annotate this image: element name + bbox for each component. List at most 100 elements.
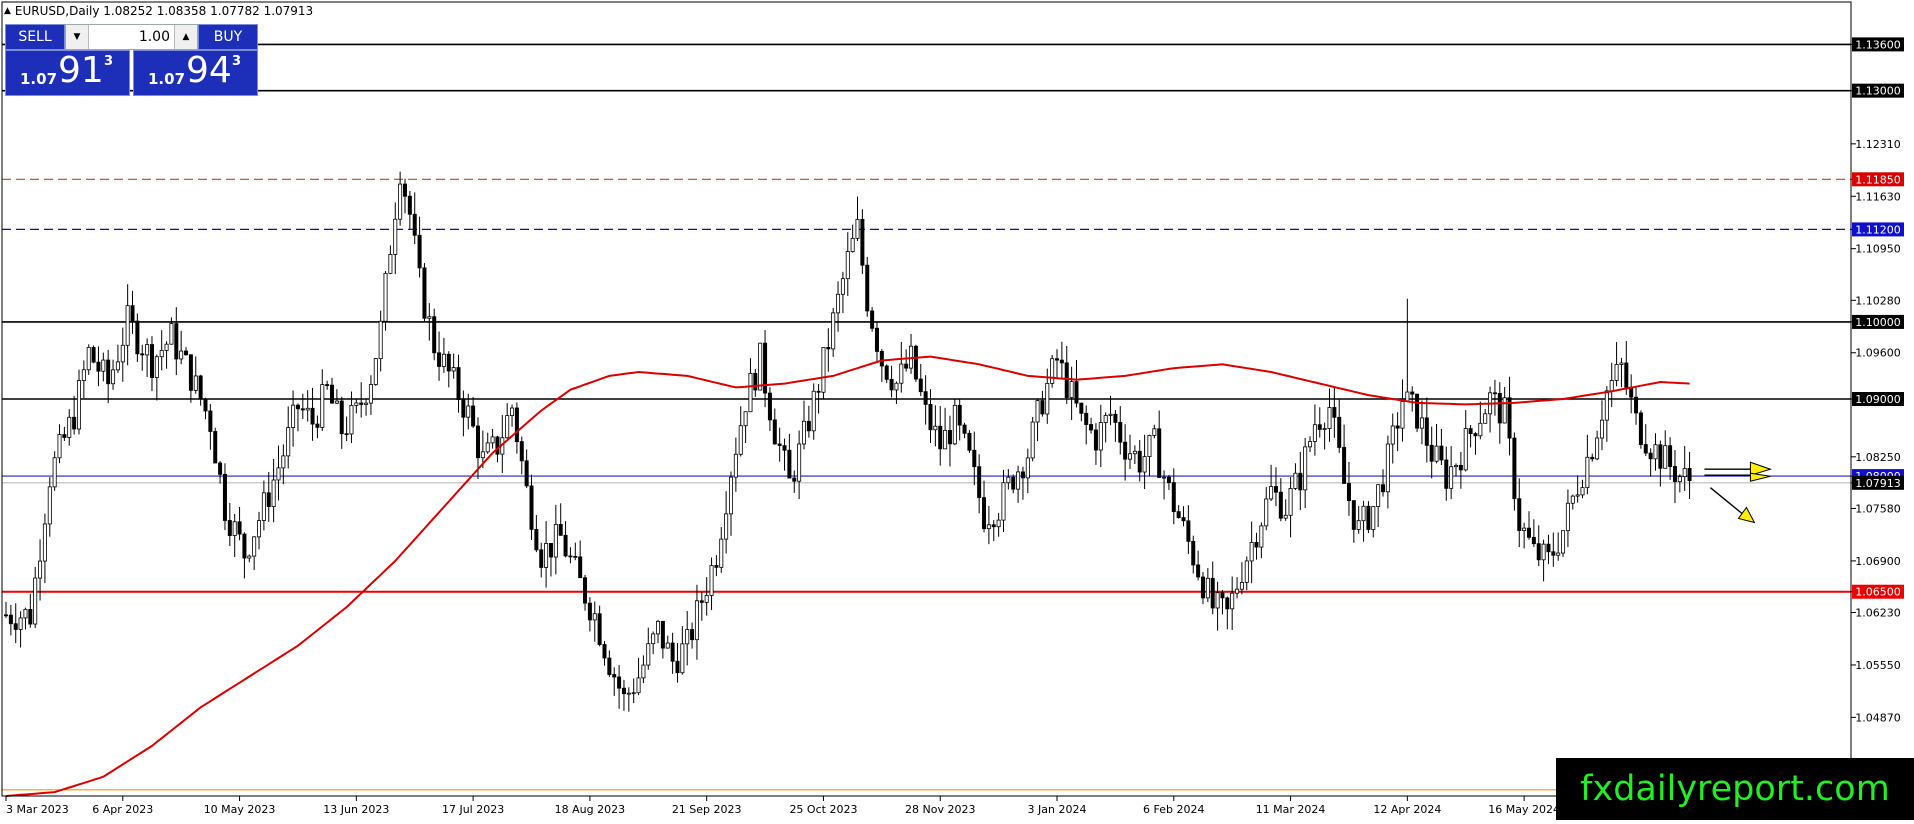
candle-body [1142,456,1147,473]
candle-body [1424,417,1429,446]
candle-body [539,549,544,568]
candle-body [957,404,962,426]
buy-quote-big: 94 [186,50,232,91]
candle-body [1468,428,1473,435]
candle-body [743,411,748,427]
candle-body [208,410,213,432]
candle-body [904,363,909,369]
candle-body [801,420,806,445]
candle-body [291,404,296,428]
chart-svg[interactable]: 1.13600 1.13000 1.12310 1.11850 1.11630 1.112… [0,0,1914,820]
candle-body [548,543,553,558]
candle-body [850,237,855,252]
candle-body [529,485,534,530]
candle-body [1570,495,1575,504]
candle-body [184,350,189,356]
time-tick-label: 12 Apr 2024 [1373,803,1441,816]
candle-body [729,476,734,515]
candle-body [281,455,286,469]
candle-body [471,405,476,427]
candle-body [519,441,524,462]
candle-body [1089,424,1094,431]
candle-body [1653,444,1658,460]
sell-button[interactable]: SELL [5,24,65,50]
candle-body [432,316,437,354]
lot-size-input[interactable]: 1.00 [89,25,174,49]
candle-body [300,408,305,411]
candle-body [1312,424,1317,442]
one-click-trading-panel: SELL ▼ 1.00 ▲ BUY 1.07 91 3 1.07 94 3 [5,24,258,96]
candle-body [836,293,841,314]
candle-body [1356,520,1361,530]
candle-body [1609,380,1614,392]
candle-body [675,660,680,674]
candle-body [1561,530,1566,554]
price-tag-label: 1.13600 [1855,38,1901,51]
candle-body [349,405,354,435]
buy-quote[interactable]: 1.07 94 3 [133,50,258,96]
candle-body [811,390,816,432]
candle-body [373,358,378,385]
candle-body [1069,381,1074,398]
candle-body [1079,402,1084,414]
candle-body [972,449,977,468]
candle-body [1064,362,1069,398]
candle-body [1332,407,1337,418]
candle-body [694,600,699,641]
candle-body [621,687,626,695]
candle-body [1186,520,1191,542]
candle-body [115,361,120,371]
candle-body [393,218,398,255]
candle-body [1317,424,1322,430]
candle-body [1648,452,1653,460]
time-tick-label: 16 May 2024 [1488,803,1560,816]
candle-body [1166,476,1171,484]
candle-body [534,529,539,551]
candle-body [1376,484,1381,507]
candle-body [670,642,675,662]
candle-body [952,404,957,445]
candle-body [1298,472,1303,491]
candle-body [1059,359,1064,364]
candle-body [607,657,612,675]
candle-body [1502,397,1507,424]
candle-body [252,536,257,557]
candle-body [1239,582,1244,590]
candle-body [174,323,179,360]
collapse-triangle-icon[interactable]: ▲ [4,6,11,16]
candle-body [13,623,18,630]
sell-quote[interactable]: 1.07 91 3 [5,50,130,96]
candle-body [845,251,850,280]
price-chart[interactable]: 1.13600 1.13000 1.12310 1.11850 1.11630 1.112… [0,0,1914,820]
candle-body [1517,498,1522,531]
candle-body [1434,445,1439,462]
candle-body [368,384,373,404]
buy-button[interactable]: BUY [198,24,258,50]
candle-body [991,524,996,528]
candle-body [18,617,23,630]
candle-body [1283,514,1288,519]
candle-body [1439,445,1444,461]
candle-body [62,434,67,438]
candle-body [247,555,252,559]
lot-decrease-icon[interactable]: ▼ [66,25,89,49]
candle-body [276,467,281,481]
lot-increase-icon[interactable]: ▲ [174,25,197,49]
candle-body [1103,415,1108,423]
candle-body [1492,392,1497,395]
candle-body [1035,400,1040,423]
price-tick-label: 1.11630 [1855,190,1901,203]
candle-body [1127,453,1132,460]
candle-body [145,344,150,356]
candle-body [1604,390,1609,421]
candle-body [407,195,412,215]
price-tag-label: 1.11850 [1855,173,1901,186]
candle-body [130,305,135,322]
candle-body [1419,417,1424,429]
candle-body [894,382,899,391]
candle-body [1205,577,1210,599]
candle-body [646,643,651,666]
price-axis-panel[interactable] [1851,0,1914,820]
candle-body [1366,505,1371,530]
candle-body [1497,392,1502,424]
